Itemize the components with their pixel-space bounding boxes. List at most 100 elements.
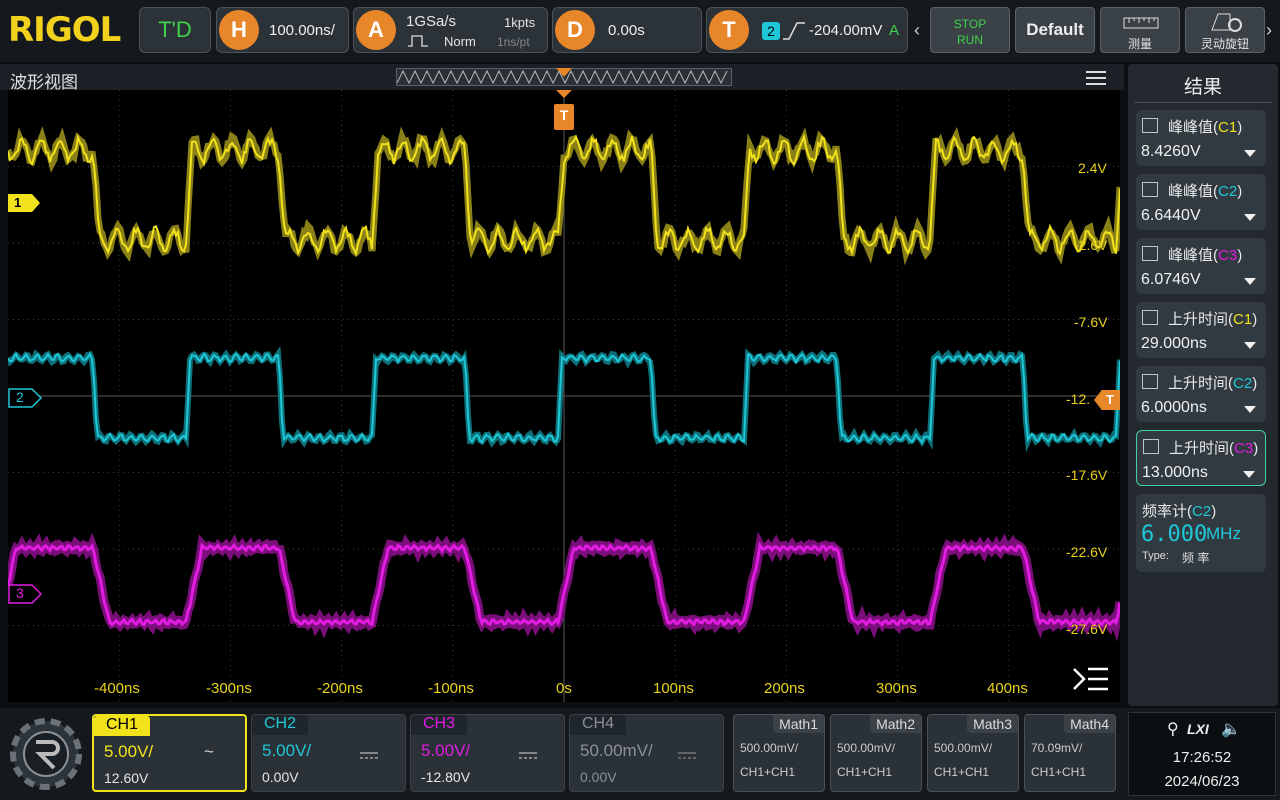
math4-scale: 70.09mV/ xyxy=(1031,741,1083,755)
measure-rise-c2[interactable]: 上升时间(C2) 6.0000ns xyxy=(1136,366,1266,422)
ch3-scale: 5.00V/ xyxy=(421,741,471,760)
trigger-position-marker[interactable]: T xyxy=(554,104,574,130)
dropdown-arrow-icon[interactable] xyxy=(1244,342,1256,349)
frequency-counter-card[interactable]: 频率计(C2) 6.000 MHz Type: 频 率 xyxy=(1136,494,1266,572)
pulse-icon xyxy=(408,34,428,48)
trigger-delay-label: T'D xyxy=(158,17,192,42)
acquisition-panel[interactable]: A 1GSa/s Norm 1kpts 1ns/pt xyxy=(353,7,548,53)
measure-value: 13.000ns xyxy=(1142,464,1208,481)
math3-operation: CH1+CH1 xyxy=(934,765,990,779)
dropdown-arrow-icon[interactable] xyxy=(1243,471,1255,478)
math3-scale: 500.00mV/ xyxy=(934,741,993,755)
measure-channel: C3 xyxy=(1218,247,1238,264)
measure-vpp-c3[interactable]: 峰峰值(C3) 6.0746V xyxy=(1136,238,1266,294)
measure-name: 上升时间 xyxy=(1168,311,1229,328)
waveform-menu-icon[interactable] xyxy=(1086,70,1106,86)
measure-channel: C3 xyxy=(1234,440,1254,457)
dropdown-arrow-icon[interactable] xyxy=(1244,406,1256,413)
time-label: 100ns xyxy=(653,680,694,697)
dropdown-arrow-icon[interactable] xyxy=(1244,278,1256,285)
toolbar-scroll-left[interactable]: ‹ xyxy=(914,20,926,42)
delay-d-icon: D xyxy=(555,10,595,50)
ch2-marker[interactable]: 2 xyxy=(8,388,42,408)
stop-run-button[interactable]: STOP RUN xyxy=(930,7,1010,53)
time-label: -300ns xyxy=(206,680,252,697)
math1-tab: Math1 xyxy=(773,715,824,733)
volt-label: -7.6V xyxy=(1074,314,1108,330)
volt-label: -2.6V xyxy=(1074,237,1108,253)
measure-vpp-c2[interactable]: 峰峰值(C2) 6.6440V xyxy=(1136,174,1266,230)
trigger-position-label: T xyxy=(559,107,569,123)
trigger-source-badge: 2 xyxy=(762,22,780,40)
dc-coupling-icon xyxy=(519,747,537,759)
home-gear-icon[interactable] xyxy=(6,714,86,794)
math3-panel[interactable]: Math3 500.00mV/ CH1+CH1 xyxy=(927,714,1019,792)
ch2-tab: CH2 xyxy=(252,715,309,735)
volt-label: -27.6V xyxy=(1066,621,1108,637)
measure-vpp-c1[interactable]: 峰峰值(C1) 8.4260V xyxy=(1136,110,1266,166)
volt-label: -17.6V xyxy=(1066,467,1108,483)
measure-rise-c1[interactable]: 上升时间(C1) 29.000ns xyxy=(1136,302,1266,358)
measure-button[interactable]: 测量 xyxy=(1100,7,1180,53)
measure-channel: C2 xyxy=(1218,183,1238,200)
vpp-icon xyxy=(1142,182,1158,197)
math4-panel[interactable]: Math4 70.09mV/ CH1+CH1 xyxy=(1024,714,1116,792)
trigger-panel[interactable]: T 2 -204.00mV A xyxy=(706,7,908,53)
default-button[interactable]: Default xyxy=(1015,7,1095,53)
measure-value: 6.0000ns xyxy=(1141,399,1207,416)
horizontal-panel[interactable]: H 100.00ns/ xyxy=(216,7,349,53)
clock-date: 2024/06/23 xyxy=(1164,773,1240,790)
counter-type-value: 频 率 xyxy=(1182,551,1210,565)
math3-tab: Math3 xyxy=(967,715,1018,733)
collapse-results-icon[interactable] xyxy=(1072,666,1110,692)
waveform-grid[interactable] xyxy=(3,90,1125,702)
dropdown-arrow-icon[interactable] xyxy=(1244,150,1256,157)
ch1-scale: 5.00V/ xyxy=(104,742,154,761)
toolbar-scroll-right[interactable]: › xyxy=(1266,20,1278,42)
overview-trigger-marker xyxy=(556,68,572,77)
math1-scale: 500.00mV/ xyxy=(740,741,799,755)
trigger-delay-button[interactable]: T'D xyxy=(139,7,211,53)
math1-panel[interactable]: Math1 500.00mV/ CH1+CH1 xyxy=(733,714,825,792)
math2-operation: CH1+CH1 xyxy=(837,765,893,779)
dc-coupling-icon xyxy=(678,747,696,759)
ch4-panel[interactable]: CH4 50.00mV/ 0.00V xyxy=(569,714,724,792)
ch3-marker[interactable]: 3 xyxy=(8,584,42,604)
ch2-panel[interactable]: CH2 5.00V/ 0.00V xyxy=(251,714,406,792)
counter-unit: MHz xyxy=(1206,524,1241,543)
ch3-tab: CH3 xyxy=(411,715,468,735)
trigger-level-marker-label: T xyxy=(1106,392,1114,407)
time-label: 400ns xyxy=(987,680,1028,697)
math4-tab: Math4 xyxy=(1064,715,1115,733)
knob-button[interactable]: 灵动旋钮 xyxy=(1185,7,1265,53)
ch1-marker-label: 1 xyxy=(14,195,22,210)
ch2-offset: 0.00V xyxy=(262,769,299,785)
delay-value: 0.00s xyxy=(608,22,645,39)
delay-panel[interactable]: D 0.00s xyxy=(552,7,702,53)
stop-label: STOP xyxy=(953,17,987,31)
measure-name: 上升时间 xyxy=(1168,375,1229,392)
rising-edge-icon xyxy=(783,21,805,41)
volt-label: 2.4V xyxy=(1078,160,1107,176)
ch1-panel[interactable]: CH1 5.00V/ ~ 12.60V xyxy=(92,714,247,792)
vpp-icon xyxy=(1142,118,1158,133)
time-label: 200ns xyxy=(764,680,805,697)
status-panel: ⚲ LXI 🔈 17:26:52 2024/06/23 xyxy=(1128,712,1276,796)
time-label: -200ns xyxy=(317,680,363,697)
measure-rise-c3[interactable]: 上升时间(C3) 13.000ns xyxy=(1136,430,1266,486)
ch1-tab: CH1 xyxy=(94,716,151,736)
counter-type-label: Type: xyxy=(1142,550,1169,562)
ch3-panel[interactable]: CH3 5.00V/ -12.80V xyxy=(410,714,565,792)
rise-time-icon xyxy=(1142,374,1158,389)
math2-panel[interactable]: Math2 500.00mV/ CH1+CH1 xyxy=(830,714,922,792)
time-label: -100ns xyxy=(428,680,474,697)
results-title: 结果 xyxy=(1183,77,1222,98)
counter-name: 频率计 xyxy=(1142,503,1188,520)
results-title-divider xyxy=(1134,102,1272,103)
dropdown-arrow-icon[interactable] xyxy=(1244,214,1256,221)
lxi-icon: LXI xyxy=(1187,721,1209,737)
measure-name: 峰峰值 xyxy=(1168,247,1214,264)
speaker-muted-icon[interactable]: 🔈 xyxy=(1221,719,1241,739)
measure-label: 测量 xyxy=(1127,37,1152,51)
ch1-coupling: ~ xyxy=(204,742,214,761)
